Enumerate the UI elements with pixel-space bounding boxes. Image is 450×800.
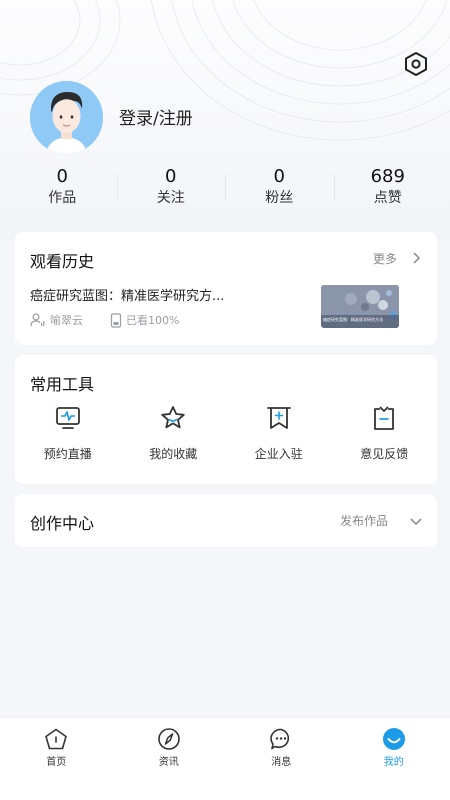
bookmark-plus-icon (266, 407, 291, 429)
watch-history-title: 观看历史 (30, 252, 95, 271)
stat-label: 粉丝 (265, 190, 294, 206)
tab-label: 首页 (46, 757, 67, 768)
tab-label: 我的 (383, 757, 404, 768)
default-avatar-icon (30, 81, 103, 154)
tool-label: 意见反馈 (360, 447, 409, 461)
author-name: 喻翠云 (50, 314, 83, 327)
chat-icon (270, 728, 290, 750)
avatar[interactable] (30, 81, 103, 154)
stat-label: 点赞 (373, 190, 402, 206)
stat-likes[interactable]: 689 点赞 (333, 166, 443, 210)
tab-messages[interactable]: 消息 (225, 718, 338, 800)
tool-label: 预约直播 (43, 447, 92, 461)
smile-icon (382, 728, 405, 750)
tool-label: 我的收藏 (149, 447, 198, 461)
stat-value: 0 (273, 166, 285, 187)
stat-followers[interactable]: 0 粉丝 (225, 166, 334, 210)
more-link[interactable]: 更多 (373, 250, 397, 267)
tool-live-reservation[interactable]: 预约直播 (15, 403, 121, 462)
login-register-link[interactable]: 登录/注册 (119, 104, 193, 129)
creation-center-card[interactable]: 创作中心 发布作品 (15, 494, 437, 547)
chevron-down-icon[interactable] (409, 513, 423, 532)
common-tools-title: 常用工具 (30, 375, 95, 394)
stat-value: 0 (165, 166, 177, 187)
tool-feedback[interactable]: 意见反馈 (332, 403, 438, 462)
home-icon (45, 728, 68, 750)
stat-value: 0 (56, 166, 68, 187)
hexagon-gear-icon (405, 52, 427, 76)
tab-label: 资讯 (158, 757, 179, 768)
stat-works[interactable]: 0 作品 (8, 166, 117, 210)
stat-label: 关注 (156, 190, 185, 206)
tab-label: 消息 (271, 757, 292, 768)
progress-text: 已看100% (126, 314, 180, 327)
publish-work-link[interactable]: 发布作品 (340, 512, 388, 529)
tools-grid: 预约直播 我的收藏 企业入驻 意见反馈 (15, 403, 437, 462)
phone-progress-icon (110, 312, 122, 328)
stats-row: 0 作品 0 关注 0 粉丝 689 点赞 (8, 166, 442, 210)
settings-button[interactable] (402, 50, 430, 78)
compass-icon (157, 728, 180, 750)
bottom-tab-bar: 首页 资讯 消息 我的 (0, 717, 450, 800)
tool-enterprise-join[interactable]: 企业入驻 (226, 403, 332, 462)
history-item-progress: 已看100% (110, 312, 179, 328)
common-tools-card: 常用工具 预约直播 我的收藏 企业入驻 意见反馈 (15, 355, 437, 484)
tool-favorites[interactable]: 我的收藏 (121, 403, 227, 462)
stat-value: 689 (370, 166, 405, 187)
watch-history-card: 观看历史 更多 癌症研究蓝图：精准医学研究方... 喻翠云 已看100% 癌症研… (15, 232, 437, 345)
user-signal-icon (30, 313, 45, 327)
tool-label: 企业入驻 (254, 447, 303, 461)
tab-news[interactable]: 资讯 (113, 718, 226, 800)
chevron-right-icon[interactable] (411, 250, 423, 269)
history-thumbnail[interactable]: 癌症研究蓝图：精准医学研究方法 (321, 285, 399, 328)
tab-mine[interactable]: 我的 (338, 718, 450, 800)
creation-center-title: 创作中心 (30, 514, 95, 533)
monitor-pulse-icon (55, 407, 80, 429)
stat-following[interactable]: 0 关注 (116, 166, 226, 210)
clipboard-minus-icon (374, 406, 395, 430)
history-item-author: 喻翠云 (30, 312, 83, 328)
tab-home[interactable]: 首页 (0, 718, 113, 800)
thumb-caption: 癌症研究蓝图：精准医学研究方法 (323, 317, 383, 322)
stat-label: 作品 (48, 190, 77, 206)
star-icon (161, 406, 185, 429)
history-item-title[interactable]: 癌症研究蓝图：精准医学研究方... (30, 285, 240, 304)
